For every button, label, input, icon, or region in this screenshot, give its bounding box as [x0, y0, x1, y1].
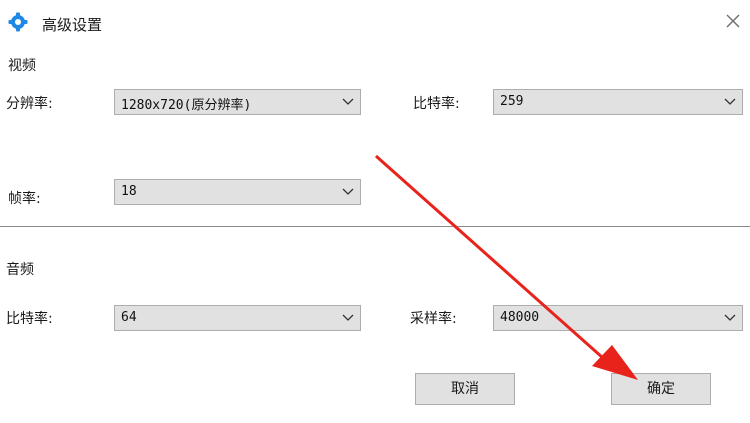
- video-bitrate-label: 比特率:: [413, 96, 460, 112]
- chevron-down-icon: [342, 188, 354, 195]
- resolution-label: 分辨率:: [6, 96, 53, 112]
- resolution-select[interactable]: 1280x720(原分辨率): [114, 89, 361, 115]
- dialog-title: 高级设置: [42, 16, 103, 34]
- audio-section-label: 音频: [6, 262, 34, 278]
- video-section-label: 视频: [8, 58, 36, 74]
- chevron-down-icon: [724, 98, 736, 105]
- cancel-button[interactable]: 取消: [415, 373, 515, 405]
- chevron-down-icon: [342, 98, 354, 105]
- chevron-down-icon: [342, 314, 354, 321]
- dialog-title-bar: 高级设置: [0, 0, 750, 46]
- resolution-value: 1280x720(原分辨率): [121, 98, 252, 113]
- video-bitrate-value: 259: [500, 94, 524, 109]
- samplerate-value: 48000: [500, 310, 540, 325]
- audio-bitrate-value: 64: [121, 310, 137, 325]
- close-icon[interactable]: [720, 8, 746, 34]
- framerate-value: 18: [121, 184, 137, 199]
- section-divider: [0, 226, 750, 227]
- annotation-arrow: [375, 154, 638, 380]
- samplerate-select[interactable]: 48000: [493, 305, 743, 331]
- framerate-select[interactable]: 18: [114, 179, 361, 205]
- framerate-label: 帧率:: [8, 191, 41, 207]
- video-bitrate-select[interactable]: 259: [493, 89, 743, 115]
- confirm-button[interactable]: 确定: [611, 373, 711, 405]
- annotation-arrow-line: [375, 154, 613, 368]
- samplerate-label: 采样率:: [410, 311, 457, 327]
- settings-gear-icon: [8, 12, 28, 32]
- chevron-down-icon: [724, 314, 736, 321]
- audio-bitrate-select[interactable]: 64: [114, 305, 361, 331]
- audio-bitrate-label: 比特率:: [6, 311, 53, 327]
